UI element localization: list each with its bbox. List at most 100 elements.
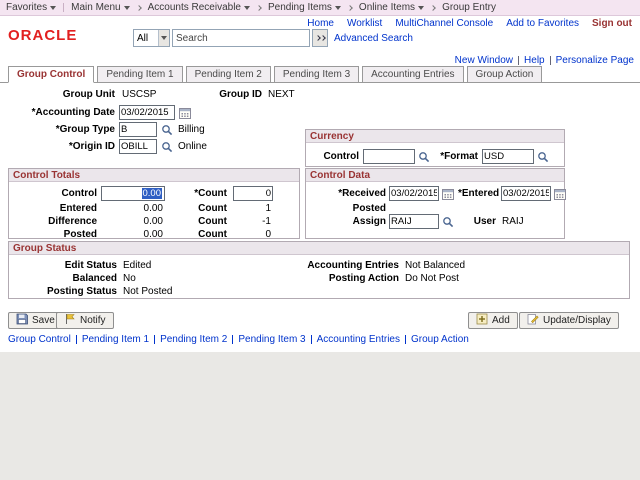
- footer-link-pending-item-1[interactable]: Pending Item 1: [82, 334, 149, 345]
- breadcrumb-label: Accounts Receivable: [148, 2, 241, 13]
- accounting-date-input[interactable]: [119, 105, 175, 120]
- save-button[interactable]: Save: [8, 312, 63, 329]
- chevron-down-icon: [244, 6, 250, 10]
- breadcrumb-label: Online Items: [359, 2, 415, 13]
- tab-group-control[interactable]: Group Control: [8, 66, 94, 83]
- lookup-icon[interactable]: [160, 123, 173, 136]
- breadcrumb-label: Group Entry: [442, 2, 496, 13]
- breadcrumb-favorites[interactable]: Favorites: [6, 2, 56, 13]
- control-count-input[interactable]: [233, 186, 273, 201]
- control-totals-groupbox: Control Totals Control 0.00 *Count Enter…: [8, 168, 300, 239]
- posting-status-label: Posting Status: [17, 286, 117, 297]
- tab-pending-item-1[interactable]: Pending Item 1: [97, 66, 182, 83]
- breadcrumb-label: Favorites: [6, 2, 47, 13]
- footer-link-group-control[interactable]: Group Control: [8, 334, 71, 345]
- footer-link-group-action[interactable]: Group Action: [411, 334, 469, 345]
- posted-count-label: Count: [169, 229, 227, 240]
- posting-action-value: Do Not Post: [405, 273, 459, 284]
- add-button[interactable]: Add: [468, 312, 518, 329]
- search-input[interactable]: [172, 29, 310, 47]
- advanced-search-link[interactable]: Advanced Search: [334, 33, 413, 44]
- control-amount-input[interactable]: 0.00: [101, 186, 165, 201]
- group-type-label: *Group Type: [10, 124, 115, 135]
- save-button-label: Save: [32, 315, 55, 326]
- entered-date-input[interactable]: [501, 186, 551, 201]
- home-link[interactable]: Home: [307, 18, 334, 29]
- breadcrumb-pending-items[interactable]: Pending Items: [268, 2, 341, 13]
- add-button-label: Add: [492, 315, 510, 326]
- lookup-icon[interactable]: [536, 150, 549, 163]
- difference-count-value: -1: [231, 216, 271, 227]
- lookup-icon[interactable]: [441, 215, 454, 228]
- breadcrumb-online-items[interactable]: Online Items: [359, 2, 424, 13]
- entered-amount-label: Entered: [17, 203, 97, 214]
- footer-link-pending-item-2[interactable]: Pending Item 2: [160, 334, 227, 345]
- tab-pending-item-2[interactable]: Pending Item 2: [186, 66, 271, 83]
- divider: [154, 335, 155, 344]
- user-label: User: [458, 216, 496, 227]
- chevron-right-icon: [430, 5, 436, 11]
- posted-amount-value: 0.00: [101, 229, 163, 240]
- calendar-icon[interactable]: [553, 187, 566, 200]
- lookup-icon[interactable]: [160, 140, 173, 153]
- accounting-date-label: *Accounting Date: [10, 107, 115, 118]
- update-display-button-label: Update/Display: [543, 315, 611, 326]
- breadcrumb-main-menu[interactable]: Main Menu: [71, 2, 129, 13]
- tab-accounting-entries[interactable]: Accounting Entries: [362, 66, 463, 83]
- dropdown-button[interactable]: [158, 30, 169, 46]
- page-tabs: Group Control Pending Item 1 Pending Ite…: [8, 66, 542, 83]
- group-unit-label: Group Unit: [40, 89, 115, 100]
- divider: [232, 335, 233, 344]
- chevron-down-icon: [124, 6, 130, 10]
- search-scope-select[interactable]: All: [133, 29, 170, 47]
- footer-link-accounting-entries[interactable]: Accounting Entries: [317, 334, 400, 345]
- divider: [405, 335, 406, 344]
- chevron-down-icon: [50, 6, 56, 10]
- add-plus-icon: [476, 313, 488, 328]
- entered-date-label: *Entered: [458, 188, 498, 199]
- group-id-value: NEXT: [268, 89, 295, 100]
- currency-control-input[interactable]: [363, 149, 415, 164]
- personalize-page-link[interactable]: Personalize Page: [556, 55, 634, 66]
- currency-groupbox: Currency Control *Format: [305, 129, 565, 167]
- difference-amount-label: Difference: [17, 216, 97, 227]
- update-display-button[interactable]: Update/Display: [519, 312, 619, 329]
- balanced-value: No: [123, 273, 136, 284]
- selected-text: 0.00: [142, 188, 163, 199]
- worklist-link[interactable]: Worklist: [347, 18, 382, 29]
- breadcrumb-group-entry[interactable]: Group Entry: [442, 2, 496, 13]
- breadcrumb-accounts-receivable[interactable]: Accounts Receivable: [148, 2, 250, 13]
- breadcrumb: Favorites Main Menu Accounts Receivable …: [0, 0, 640, 16]
- sign-out-link[interactable]: Sign out: [592, 18, 632, 29]
- divider: [76, 335, 77, 344]
- add-to-favorites-link[interactable]: Add to Favorites: [506, 18, 579, 29]
- received-date-input[interactable]: [389, 186, 439, 201]
- edit-status-label: Edit Status: [17, 260, 117, 271]
- posting-action-label: Posting Action: [289, 273, 399, 284]
- currency-format-input[interactable]: [482, 149, 534, 164]
- chevron-down-icon: [335, 6, 341, 10]
- origin-id-label: *Origin ID: [10, 141, 115, 152]
- tab-group-action[interactable]: Group Action: [467, 66, 543, 83]
- help-link[interactable]: Help: [524, 55, 545, 66]
- lookup-icon[interactable]: [417, 150, 430, 163]
- page-bar-links: New Window Help Personalize Page: [455, 55, 634, 66]
- oracle-logo: ORACLE: [8, 27, 77, 44]
- calendar-icon[interactable]: [178, 106, 191, 119]
- group-type-input[interactable]: [119, 122, 157, 137]
- tab-pending-item-3[interactable]: Pending Item 3: [274, 66, 359, 83]
- calendar-icon[interactable]: [441, 187, 454, 200]
- search-go-button[interactable]: [312, 29, 328, 47]
- multichannel-console-link[interactable]: MultiChannel Console: [395, 18, 493, 29]
- new-window-link[interactable]: New Window: [455, 55, 513, 66]
- notify-flag-icon: [64, 313, 76, 328]
- assign-input[interactable]: [389, 214, 439, 229]
- origin-id-input[interactable]: [119, 139, 157, 154]
- posting-status-value: Not Posted: [123, 286, 172, 297]
- search-scope-value: All: [137, 33, 148, 44]
- entered-count-value: 1: [231, 203, 271, 214]
- footer-link-pending-item-3[interactable]: Pending Item 3: [238, 334, 305, 345]
- assign-label: Assign: [312, 216, 386, 227]
- notify-button[interactable]: Notify: [56, 312, 114, 329]
- control-totals-title: Control Totals: [9, 169, 299, 182]
